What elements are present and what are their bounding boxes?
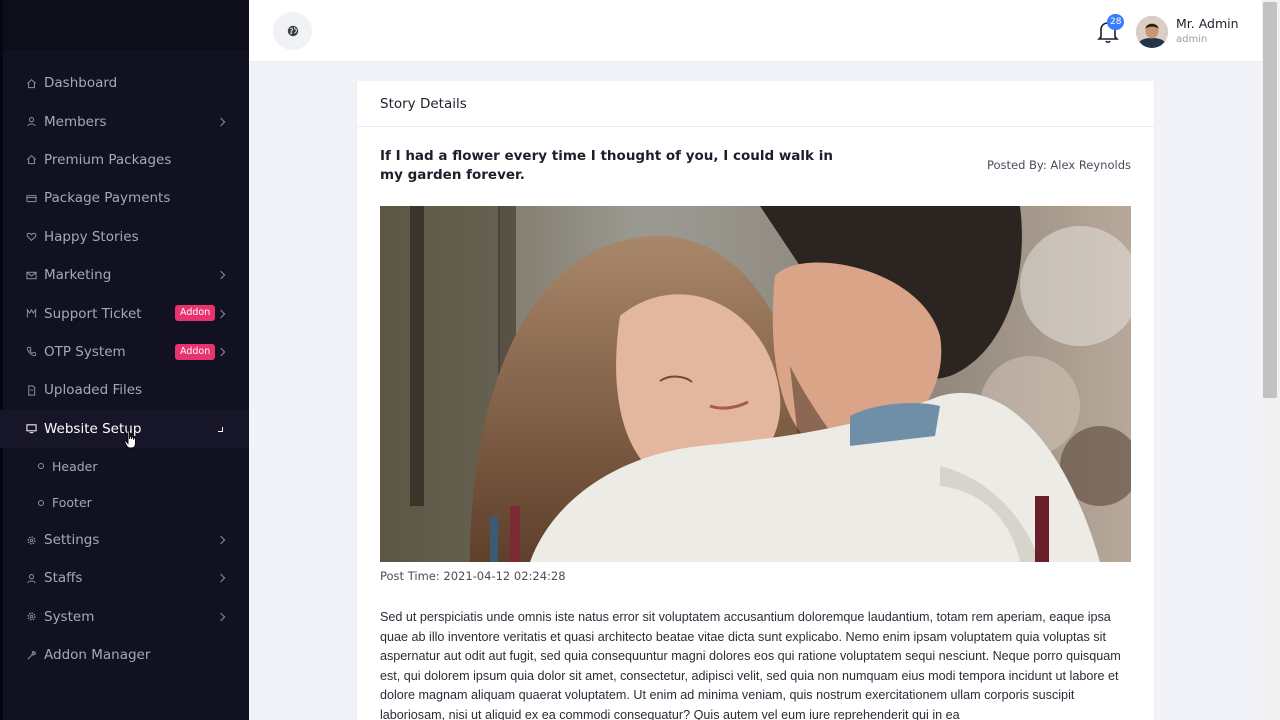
- chevron-right-icon: [216, 574, 226, 583]
- story-image: [380, 206, 1131, 562]
- sidebar-item-label: Addon Manager: [44, 647, 151, 664]
- sidebar-item-happy-stories[interactable]: Happy Stories: [0, 218, 249, 256]
- chevron-right-icon: [216, 535, 226, 545]
- user-icon: [26, 116, 37, 127]
- story-details-card: Story Details If I had a flower every ti…: [357, 81, 1154, 720]
- sidebar-item-premium-packages[interactable]: Premium Packages: [0, 141, 249, 179]
- hand-cursor-icon: [124, 429, 136, 448]
- sidebar-item-label: Premium Packages: [44, 151, 172, 168]
- chevron-down-icon: [218, 426, 223, 432]
- home-icon: [26, 78, 37, 89]
- topbar: 28 Mr. Admin admin: [249, 0, 1262, 62]
- sidebar-item-label: Staffs: [44, 570, 83, 587]
- sidebar-item-staffs[interactable]: Staffs: [0, 559, 249, 597]
- visit-website-button[interactable]: [273, 12, 312, 50]
- sidebar-item-label: Happy Stories: [44, 228, 139, 245]
- sidebar-item-label: System: [44, 608, 95, 625]
- sidebar-item-members[interactable]: Members: [0, 102, 249, 140]
- sidebar-item-label: Dashboard: [44, 75, 118, 92]
- sidebar-item-label: Marketing: [44, 267, 112, 284]
- mail-icon: [26, 270, 37, 281]
- addon-badge: Addon: [175, 305, 216, 322]
- card-title: Story Details: [357, 81, 1154, 127]
- monitor-icon: [26, 423, 37, 434]
- file-icon: [26, 385, 37, 396]
- heart-icon: [26, 231, 37, 242]
- sidebar-item-label: Settings: [44, 532, 100, 549]
- chevron-right-icon: [216, 117, 226, 126]
- addon-badge: Addon: [175, 343, 216, 360]
- user-role: admin: [1176, 34, 1208, 45]
- chevron-right-icon: [216, 612, 226, 622]
- user-icon: [26, 573, 37, 584]
- sidebar-item-support-ticket[interactable]: Support Ticket Addon: [0, 294, 249, 332]
- sidebar-logo-area: [0, 0, 249, 50]
- sidebar-subitem-label: Footer: [52, 495, 92, 511]
- sidebar-item-uploaded-files[interactable]: Uploaded Files: [0, 371, 249, 409]
- gear-icon: [26, 611, 37, 622]
- user-name[interactable]: Mr. Admin: [1176, 16, 1239, 31]
- sidebar-item-otp-system[interactable]: OTP System Addon: [0, 333, 249, 371]
- story-title: If I had a flower every time I thought o…: [380, 148, 833, 183]
- sidebar-subitem-header[interactable]: Header: [0, 448, 249, 485]
- notification-count-badge: 28: [1107, 14, 1125, 30]
- sidebar-menu: Dashboard Members Premium Packages Packa…: [0, 64, 249, 674]
- sidebar-subitem-label: Header: [52, 458, 98, 474]
- sidebar: Dashboard Members Premium Packages Packa…: [0, 0, 249, 720]
- sidebar-item-settings[interactable]: Settings: [0, 521, 249, 559]
- avatar[interactable]: [1136, 16, 1168, 48]
- story-body: Sed ut perspiciatis unde omnis iste natu…: [380, 610, 1121, 720]
- sidebar-item-website-setup[interactable]: Website Setup: [0, 409, 249, 448]
- sidebar-item-marketing[interactable]: Marketing: [0, 256, 249, 294]
- chevron-right-icon: [216, 309, 226, 318]
- sidebar-item-package-payments[interactable]: Package Payments: [0, 179, 249, 217]
- sidebar-item-label: Members: [44, 113, 107, 130]
- bullet-icon: [38, 463, 44, 470]
- gear-icon: [26, 535, 37, 546]
- sidebar-item-label: Uploaded Files: [44, 382, 143, 399]
- sidebar-item-label: Package Payments: [44, 190, 171, 207]
- credit-card-icon: [26, 193, 37, 204]
- globe-icon: [287, 22, 299, 41]
- sidebar-item-addon-manager[interactable]: Addon Manager: [0, 636, 249, 674]
- wrench-icon: [26, 650, 37, 661]
- sidebar-item-label: OTP System: [44, 343, 126, 360]
- sidebar-item-dashboard[interactable]: Dashboard: [0, 64, 249, 102]
- bell-icon: [1097, 22, 1119, 48]
- sidebar-subitem-footer[interactable]: Footer: [0, 484, 249, 521]
- sidebar-item-system[interactable]: System: [0, 598, 249, 636]
- scrollbar-thumb[interactable]: [1263, 2, 1277, 398]
- home-icon: [26, 154, 37, 165]
- post-time: Post Time: 2021-04-12 02:24:28: [380, 569, 566, 583]
- posted-by: Posted By: Alex Reynolds: [986, 158, 1131, 172]
- bullet-icon: [38, 499, 44, 506]
- chevron-right-icon: [216, 270, 226, 280]
- ticket-icon: [26, 308, 37, 319]
- phone-icon: [26, 346, 37, 357]
- chevron-right-icon: [216, 347, 226, 357]
- sidebar-item-label: Support Ticket: [44, 305, 142, 322]
